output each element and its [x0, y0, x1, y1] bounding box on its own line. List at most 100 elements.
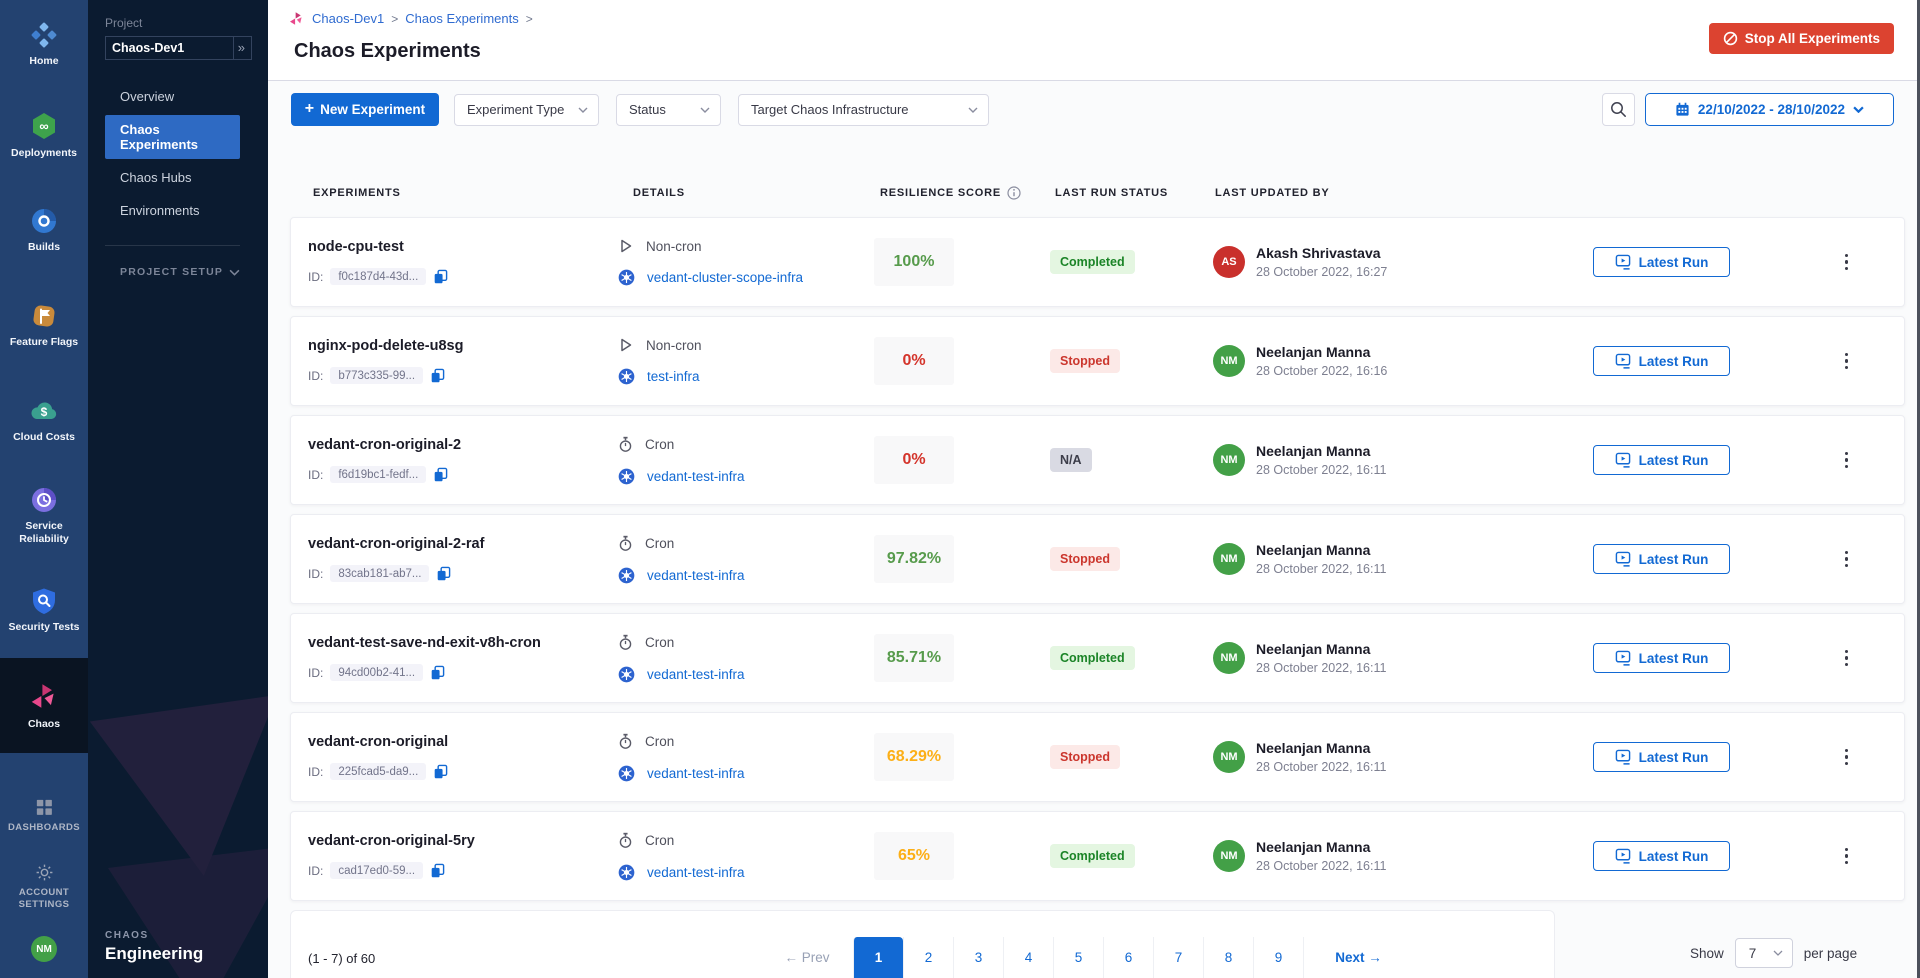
latest-run-button[interactable]: Latest Run [1593, 247, 1730, 277]
latest-run-label: Latest Run [1639, 849, 1709, 864]
sidebar-item-chaos-experiments[interactable]: Chaos Experiments [105, 115, 240, 159]
experiment-name-link[interactable]: vedant-cron-original-2 [308, 437, 618, 453]
cron-icon [618, 733, 633, 750]
latest-run-button[interactable]: Latest Run [1593, 445, 1730, 475]
project-expand-icon[interactable]: » [233, 37, 251, 59]
sidebar-item-deployments[interactable]: ∞ Deployments [0, 88, 88, 183]
sidebar-item-security-tests[interactable]: Security Tests [0, 563, 88, 658]
page-button-9[interactable]: 9 [1253, 937, 1303, 978]
status-badge: Completed [1050, 844, 1135, 868]
chevron-down-icon [578, 107, 588, 113]
page-button-8[interactable]: 8 [1203, 937, 1253, 978]
cloud-costs-icon: $ [29, 397, 59, 425]
infrastructure-link[interactable]: vedant-test-infra [647, 568, 745, 583]
copy-icon[interactable] [430, 368, 445, 384]
latest-run-button[interactable]: Latest Run [1593, 544, 1730, 574]
sidebar-item-chaos[interactable]: Chaos [0, 658, 88, 753]
user-name: Neelanjan Manna [1256, 542, 1386, 558]
sidebar-item-label: Feature Flags [6, 336, 82, 349]
experiment-name-link[interactable]: vedant-cron-original-2-raf [308, 536, 618, 552]
copy-icon[interactable] [433, 269, 448, 285]
latest-run-button[interactable]: Latest Run [1593, 643, 1730, 673]
filter-label: Target Chaos Infrastructure [751, 102, 909, 117]
column-details: DETAILS [617, 187, 873, 199]
experiment-row: vedant-cron-original ID: 225fcad5-da9... [290, 712, 1905, 802]
breadcrumb-experiments-link[interactable]: Chaos Experiments [405, 11, 518, 26]
copy-icon[interactable] [433, 764, 448, 780]
copy-icon[interactable] [433, 467, 448, 483]
feature-flags-icon [30, 302, 58, 330]
next-page-button[interactable]: Next → [1303, 937, 1413, 978]
page-button-1[interactable]: 1 [853, 937, 903, 978]
latest-run-button[interactable]: Latest Run [1593, 742, 1730, 772]
infrastructure-link[interactable]: vedant-cluster-scope-infra [647, 270, 803, 285]
project-sidebar: Project » Overview Chaos Experiments Cha… [88, 0, 268, 978]
copy-icon[interactable] [430, 665, 445, 681]
experiments-table-body: node-cpu-test ID: f0c187d4-43d... [290, 217, 1905, 901]
page-button-5[interactable]: 5 [1053, 937, 1103, 978]
sidebar-item-environments[interactable]: Environments [105, 196, 240, 225]
sidebar-item-overview[interactable]: Overview [105, 82, 240, 111]
copy-icon[interactable] [436, 566, 451, 582]
sidebar-item-cloud-costs[interactable]: $ Cloud Costs [0, 373, 88, 468]
new-experiment-button[interactable]: + New Experiment [291, 93, 439, 126]
project-name-input[interactable] [106, 41, 233, 55]
page-button-2[interactable]: 2 [903, 937, 953, 978]
experiment-id-value: 225fcad5-da9... [330, 763, 426, 780]
sidebar-item-label: DASHBOARDS [8, 822, 80, 834]
run-view-icon [1615, 551, 1631, 567]
sidebar-item-builds[interactable]: Builds [0, 183, 88, 278]
row-menu-icon[interactable] [1841, 844, 1853, 869]
date-range-picker[interactable]: 22/10/2022 - 28/10/2022 [1645, 93, 1894, 126]
page-button-3[interactable]: 3 [953, 937, 1003, 978]
resilience-score-value: 68.29% [887, 748, 941, 766]
resilience-score-value: 97.82% [887, 550, 941, 568]
user-avatar[interactable]: NM [31, 936, 57, 962]
latest-run-button[interactable]: Latest Run [1593, 841, 1730, 871]
sidebar-item-dashboards[interactable]: DASHBOARDS [0, 779, 88, 851]
infrastructure-link[interactable]: vedant-test-infra [647, 865, 745, 880]
resilience-score-value: 0% [902, 352, 925, 370]
copy-icon[interactable] [430, 863, 445, 879]
row-menu-icon[interactable] [1841, 349, 1853, 374]
sidebar-item-home[interactable]: Home [0, 0, 88, 88]
experiment-id-value: cad17ed0-59... [330, 862, 423, 879]
infrastructure-link[interactable]: vedant-test-infra [647, 766, 745, 781]
page-button-6[interactable]: 6 [1103, 937, 1153, 978]
info-icon[interactable] [1007, 186, 1021, 200]
sidebar-item-account-settings[interactable]: ACCOUNT SETTINGS [0, 851, 88, 923]
page-button-7[interactable]: 7 [1153, 937, 1203, 978]
sidebar-item-chaos-hubs[interactable]: Chaos Hubs [105, 163, 240, 192]
infrastructure-link[interactable]: test-infra [647, 369, 700, 384]
experiment-name-link[interactable]: nginx-pod-delete-u8sg [308, 338, 618, 354]
row-menu-icon[interactable] [1841, 547, 1853, 572]
project-selector[interactable]: » [105, 36, 252, 60]
target-infrastructure-filter[interactable]: Target Chaos Infrastructure [738, 94, 989, 126]
experiment-name-link[interactable]: vedant-cron-original [308, 734, 618, 750]
experiment-type-filter[interactable]: Experiment Type [454, 94, 599, 126]
stop-all-experiments-button[interactable]: Stop All Experiments [1709, 23, 1894, 54]
experiment-name-link[interactable]: vedant-test-save-nd-exit-v8h-cron [308, 635, 618, 651]
row-menu-icon[interactable] [1841, 250, 1853, 275]
user-name: Neelanjan Manna [1256, 344, 1387, 360]
search-button[interactable] [1602, 93, 1635, 126]
prev-page-button[interactable]: ← Prev [761, 937, 853, 978]
page-button-4[interactable]: 4 [1003, 937, 1053, 978]
experiment-name-link[interactable]: node-cpu-test [308, 239, 618, 255]
breadcrumb-project-link[interactable]: Chaos-Dev1 [312, 11, 384, 26]
project-setup-toggle[interactable]: PROJECT SETUP [120, 266, 240, 278]
latest-run-button[interactable]: Latest Run [1593, 346, 1730, 376]
sidebar-item-service-reliability[interactable]: Service Reliability [0, 468, 88, 563]
per-page-select[interactable]: 7 [1735, 938, 1793, 968]
experiment-name-link[interactable]: vedant-cron-original-5ry [308, 833, 618, 849]
sidebar-item-feature-flags[interactable]: Feature Flags [0, 278, 88, 373]
chevron-down-icon [968, 107, 978, 113]
row-menu-icon[interactable] [1841, 745, 1853, 770]
sidebar-item-label: Home [25, 55, 62, 68]
status-filter[interactable]: Status [616, 94, 721, 126]
infrastructure-link[interactable]: vedant-test-infra [647, 667, 745, 682]
row-menu-icon[interactable] [1841, 448, 1853, 473]
schedule-type-label: Non-cron [646, 239, 702, 254]
infrastructure-link[interactable]: vedant-test-infra [647, 469, 745, 484]
row-menu-icon[interactable] [1841, 646, 1853, 671]
